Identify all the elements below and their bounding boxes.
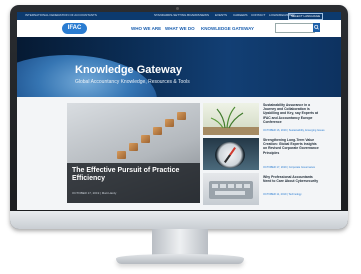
search-button[interactable] [313,23,320,32]
webcam [176,7,179,10]
wooden-block-image [153,127,162,135]
browser-screen: INTERNATIONAL FEDERATION OF ACCOUNTANTS … [17,12,341,210]
article-title[interactable]: Why Professional Accountants Need to Car… [263,175,319,183]
topbar-link-careers[interactable]: CAREERS [233,13,248,17]
feature-title[interactable]: The Effective Pursuit of Practice Effici… [72,167,192,183]
article-date: OCTOBER 17, 2019 | Corporate Governance [263,166,316,169]
featured-article[interactable]: The Effective Pursuit of Practice Effici… [67,103,200,203]
article-thumbnail-cyber[interactable] [203,173,259,205]
nav-knowledge-gateway[interactable]: KNOWLEDGE GATEWAY [201,26,254,31]
monitor-chin [10,211,348,229]
article-date: OCTOBER 11, 2019 | Technology [263,193,302,196]
nav-what-we-do[interactable]: WHAT WE DO [165,26,195,31]
topbar-link-events[interactable]: EVENTS [215,13,227,17]
article-title[interactable]: Strengthening Long-Term Value Creation: … [263,138,319,155]
feature-caption: The Effective Pursuit of Practice Effici… [67,163,200,203]
wooden-block-image [129,143,138,151]
monitor: INTERNATIONAL FEDERATION OF ACCOUNTANTS … [10,5,348,229]
hero-subtitle: Global Accountancy Knowledge, Resources … [75,79,190,85]
keyboard-image [209,181,253,199]
ifac-logo[interactable]: IFAC [62,23,87,34]
earth-image [17,55,157,97]
wooden-block-image [165,119,174,127]
nav-who-we-are[interactable]: WHO WE ARE [131,26,161,31]
article-date: OCTOBER 16, 2019 | Sustainability, Emerg… [263,129,325,132]
plant-image [203,106,259,135]
article-title[interactable]: Sustainability Assurance in a Journey an… [263,103,319,124]
feature-date: OCTOBER 17, 2019 | Matt Hardy [72,191,117,195]
hero-banner: Knowledge Gateway Global Accountancy Kno… [17,37,341,97]
content-area: The Effective Pursuit of Practice Effici… [17,97,341,210]
topbar-link-contact[interactable]: CONTACT [251,13,265,17]
monitor-stand-neck [152,229,208,256]
wooden-block-image [117,151,126,159]
search-icon [314,24,319,30]
wooden-block-image [177,112,186,120]
language-select[interactable]: SELECT LANGUAGE [288,13,324,20]
org-name: INTERNATIONAL FEDERATION OF ACCOUNTANTS [25,13,97,17]
wooden-block-image [141,135,150,143]
search-input[interactable] [275,23,315,33]
utility-bar: INTERNATIONAL FEDERATION OF ACCOUNTANTS … [17,12,341,20]
topbar-link-standards[interactable]: STANDARDS-SETTING BOARDS [154,13,200,17]
hero-title: Knowledge Gateway [75,64,182,76]
article-thumbnail-plant[interactable] [203,103,259,135]
topbar-link-news[interactable]: NEWS [200,13,209,17]
article-thumbnail-compass[interactable] [203,138,259,170]
monitor-stand-base [116,254,244,264]
